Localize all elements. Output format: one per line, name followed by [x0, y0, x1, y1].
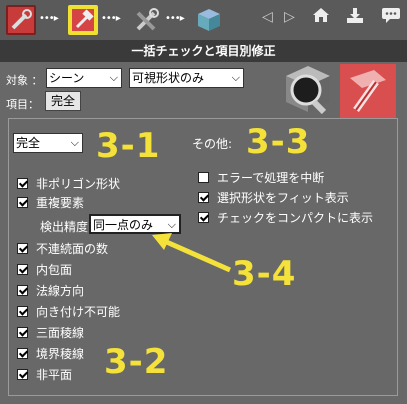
- check-label: 法線方向: [36, 284, 85, 298]
- check-label: 向き付け不可能: [36, 305, 121, 319]
- chevron-down-icon: ⌵: [70, 136, 79, 149]
- fix-hammer-icon[interactable]: [340, 64, 396, 118]
- check-non-orientable[interactable]: [17, 306, 28, 317]
- hammer-icon[interactable]: [68, 5, 98, 35]
- annotation-3-2: 3-2: [104, 342, 169, 382]
- check-label: チェックをコンパクトに表示: [217, 211, 374, 225]
- check-label: 内包面: [36, 263, 73, 277]
- check-duplicate[interactable]: [17, 197, 28, 208]
- annotation-3-3: 3-3: [246, 122, 311, 162]
- preset-select-value: 完全: [16, 136, 41, 150]
- check-non-planar[interactable]: [17, 369, 28, 380]
- wrench-icon[interactable]: [6, 5, 36, 35]
- check-label: 重複要素: [36, 196, 85, 210]
- cube-icon[interactable]: [194, 5, 224, 35]
- chevron-down-icon: ⌵: [109, 71, 118, 84]
- triangle-right-icon[interactable]: ▷: [284, 9, 295, 25]
- check-label: 三面稜線: [36, 326, 85, 340]
- annotation-3-4: 3-4: [232, 254, 297, 294]
- item-label: 項目：: [6, 98, 39, 111]
- check-inner-face[interactable]: [17, 264, 28, 275]
- check-normal[interactable]: [17, 285, 28, 296]
- top-toolbar: •••▸ •••▸ •••▸ ◁ ▷: [0, 0, 407, 40]
- precision-select-value: 同一点のみ: [93, 218, 154, 232]
- home-icon[interactable]: [312, 6, 330, 27]
- complete-button[interactable]: 完全: [45, 91, 81, 111]
- chevron-down-icon: ⌵: [231, 71, 240, 84]
- filter-select-value: 可視形状のみ: [132, 71, 205, 85]
- check-label: 非ポリゴン形状: [36, 177, 121, 191]
- panel-title: 一括チェックと項目別修正: [0, 40, 407, 62]
- download-icon[interactable]: [346, 6, 364, 27]
- check-label: 境界稜線: [36, 347, 85, 361]
- filter-select[interactable]: 可視形状のみ ⌵: [129, 68, 244, 88]
- arrow-dots-icon: •••▸: [165, 13, 185, 24]
- check-label: 非平面: [36, 368, 73, 382]
- annotation-3-1: 3-1: [96, 126, 161, 166]
- preset-select[interactable]: 完全 ⌵: [13, 133, 83, 153]
- check-stop-on-error[interactable]: [198, 172, 209, 183]
- arrow-dots-icon: •••▸: [101, 13, 121, 24]
- other-label: その他:: [192, 137, 233, 151]
- check-compact[interactable]: [198, 212, 209, 223]
- check-label: エラーで処理を中断: [217, 171, 325, 185]
- tools-icon[interactable]: [132, 5, 162, 35]
- check-non-polygon[interactable]: [17, 178, 28, 189]
- comment-icon[interactable]: [381, 6, 401, 27]
- check-fit-selected[interactable]: [198, 192, 209, 203]
- scope-select[interactable]: シーン ⌵: [46, 68, 122, 88]
- inspect-icon[interactable]: [280, 62, 336, 118]
- check-boundary-edge[interactable]: [17, 348, 28, 359]
- triangle-left-icon[interactable]: ◁: [262, 9, 273, 25]
- check-label: 不連続面の数: [36, 242, 109, 256]
- check-discontinuous[interactable]: [17, 243, 28, 254]
- precision-label: 検出精度:: [40, 220, 93, 234]
- check-label: 選択形状をフィット表示: [217, 191, 349, 205]
- annotation-arrow-icon: [152, 233, 232, 273]
- arrow-dots-icon: •••▸: [39, 13, 59, 24]
- check-three-face-edge[interactable]: [17, 327, 28, 338]
- scope-select-value: シーン: [49, 71, 85, 85]
- target-label: 対象 ：: [6, 74, 43, 87]
